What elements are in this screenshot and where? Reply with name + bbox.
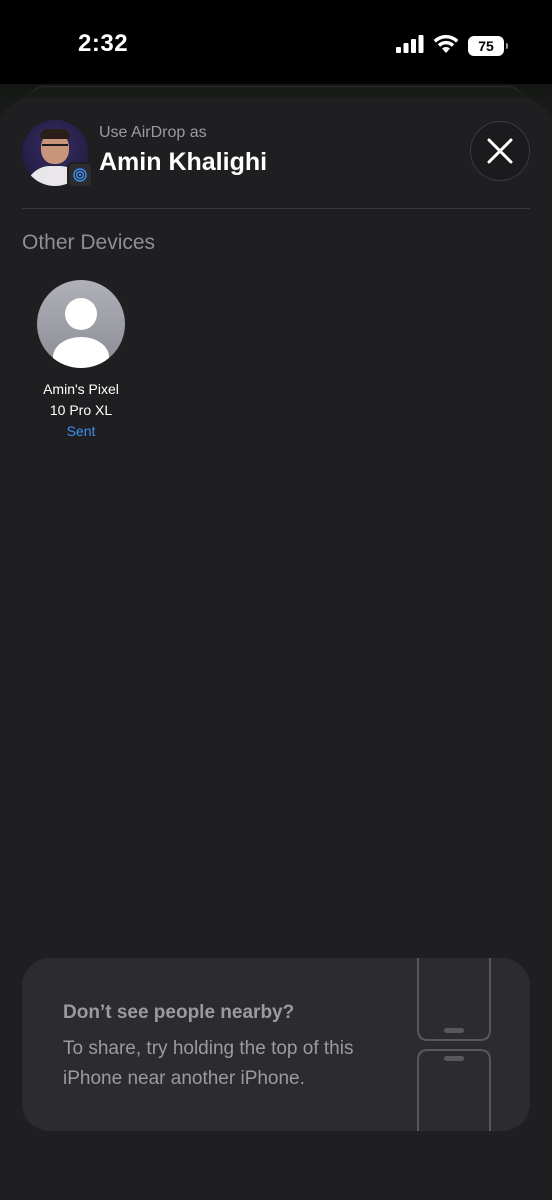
wifi-icon — [433, 34, 459, 58]
status-bar: 2:32 75 — [0, 0, 552, 90]
use-airdrop-label: Use AirDrop as — [99, 124, 207, 141]
airdrop-icon — [67, 162, 93, 188]
airdrop-sheet: Use AirDrop as Amin Khalighi Other Devic… — [0, 98, 552, 1200]
person-placeholder-icon — [37, 280, 125, 368]
device-status: Sent — [66, 423, 96, 439]
close-button[interactable] — [470, 121, 530, 181]
header-divider — [22, 208, 530, 209]
tip-body: To share, try holding the top of this iP… — [63, 1038, 354, 1089]
device-name-line1: Amin's Pixel — [43, 381, 119, 397]
device-name-line2: 10 Pro XL — [49, 402, 113, 418]
device-item[interactable]: Amin's Pixel 10 Pro XL Sent — [22, 280, 140, 442]
status-icons: 75 — [396, 34, 508, 58]
status-time: 2:32 — [78, 30, 129, 57]
tip-title: Don’t see people nearby? — [63, 1002, 295, 1023]
device-name: Amin's Pixel 10 Pro XL — [22, 379, 140, 421]
sheet-header: Use AirDrop as Amin Khalighi — [22, 118, 530, 208]
close-icon — [487, 138, 513, 164]
nearby-tip-card: Don’t see people nearby? To share, try h… — [22, 958, 530, 1131]
phones-illustration-icon — [417, 958, 491, 1131]
cellular-signal-icon — [396, 34, 424, 58]
section-title: Other Devices — [22, 231, 156, 254]
battery-icon: 75 — [468, 36, 508, 56]
user-name[interactable]: Amin Khalighi — [99, 148, 267, 177]
airdrop-screen: 2:32 75 Use AirDrop as Amin Khalighi Oth… — [0, 0, 552, 1200]
